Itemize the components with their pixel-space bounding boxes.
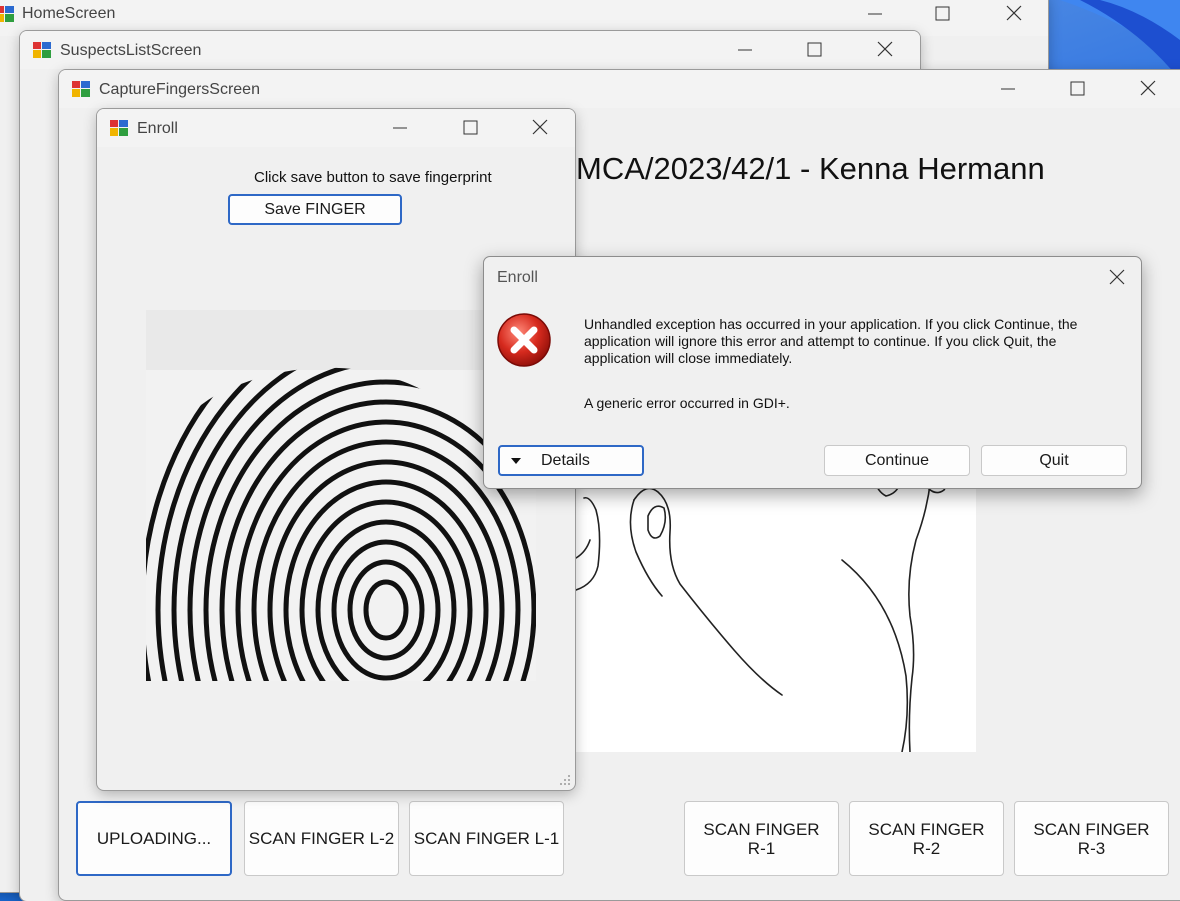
fingerprint-image [146, 310, 536, 681]
button-line-2: R-2 [912, 838, 941, 858]
maximize-icon[interactable] [457, 116, 483, 140]
scan-finger-l2-button[interactable]: SCAN FINGER L-2 [244, 801, 399, 876]
windows-bloom-wallpaper [1060, 0, 1180, 80]
dropdown-arrow-icon [511, 457, 521, 464]
minimize-icon[interactable] [995, 77, 1021, 101]
hand-diagram [576, 480, 976, 752]
app-window-icon [72, 81, 90, 97]
error-dialog: Enroll Unhandled exception has occurred … [483, 256, 1142, 489]
button-line-2: R-1 [747, 838, 776, 858]
error-detail: A generic error occurred in GDI+. [584, 395, 790, 411]
title-bar[interactable]: CaptureFingersScreen [59, 70, 1180, 108]
details-label: Details [541, 452, 590, 469]
suspect-heading: MCA/2023/42/1 - Kenna Hermann [576, 151, 1045, 186]
scan-finger-r2-button[interactable]: SCAN FINGER R-2 [849, 801, 1004, 876]
maximize-icon[interactable] [801, 38, 827, 62]
title-bar[interactable]: SuspectsListScreen [20, 31, 920, 69]
close-icon[interactable] [527, 116, 553, 140]
window-title: CaptureFingersScreen [99, 81, 260, 98]
maximize-icon[interactable] [1064, 77, 1090, 101]
resize-grip-icon[interactable] [559, 774, 571, 786]
close-icon[interactable] [872, 38, 898, 62]
save-finger-button[interactable]: Save FINGER [228, 194, 402, 225]
app-window-icon [33, 42, 51, 58]
details-button[interactable]: Details [498, 445, 644, 476]
save-instruction-label: Click save button to save fingerprint [254, 169, 492, 186]
uploading-button[interactable]: UPLOADING... [76, 801, 232, 876]
window-title: HomeScreen [22, 5, 116, 22]
button-line-1: SCAN FINGER [868, 819, 985, 839]
dialog-title: Enroll [497, 269, 538, 286]
error-message: Unhandled exception has occurred in your… [584, 316, 1078, 366]
scan-finger-r1-button[interactable]: SCAN FINGER R-1 [684, 801, 839, 876]
scan-finger-r3-button[interactable]: SCAN FINGER R-3 [1014, 801, 1169, 876]
close-icon[interactable] [1104, 266, 1130, 290]
error-icon [497, 313, 551, 367]
continue-button[interactable]: Continue [824, 445, 970, 476]
minimize-icon[interactable] [862, 2, 888, 26]
app-window-icon [0, 6, 14, 22]
close-icon[interactable] [1135, 77, 1161, 101]
minimize-icon[interactable] [732, 38, 758, 62]
app-window-icon [110, 120, 128, 136]
quit-button[interactable]: Quit [981, 445, 1127, 476]
button-line-1: SCAN FINGER [703, 819, 820, 839]
minimize-icon[interactable] [387, 116, 413, 140]
button-line-1: SCAN FINGER [1033, 819, 1150, 839]
scan-finger-l1-button[interactable]: SCAN FINGER L-1 [409, 801, 564, 876]
title-bar[interactable]: Enroll [97, 109, 575, 147]
window-title: SuspectsListScreen [60, 42, 202, 59]
window-title: Enroll [137, 120, 178, 137]
maximize-icon[interactable] [929, 2, 955, 26]
button-line-2: R-3 [1077, 838, 1106, 858]
close-icon[interactable] [1001, 2, 1027, 26]
